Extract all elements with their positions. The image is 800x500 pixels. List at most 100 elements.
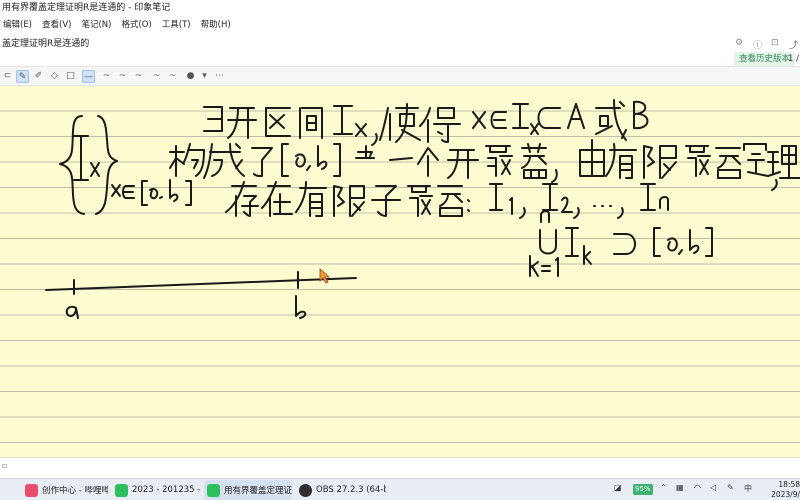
chevron-up-icon[interactable]: ⌃ bbox=[660, 483, 667, 492]
line-thin-icon[interactable]: — bbox=[82, 70, 95, 83]
glyph-comma5 bbox=[573, 207, 580, 219]
tray-app-icon[interactable]: ◪ bbox=[614, 483, 622, 492]
glyph-I-left bbox=[73, 135, 89, 181]
pen-tray-icon[interactable]: ✎ bbox=[727, 483, 734, 492]
menu-note[interactable]: 笔记(N) bbox=[78, 17, 118, 34]
glyph-comma1 bbox=[371, 133, 378, 146]
page-number: 1 / bbox=[788, 54, 799, 64]
glyph-shi bbox=[379, 103, 421, 143]
lasso-icon[interactable]: ⊂ bbox=[1, 70, 14, 83]
color-picker-icon[interactable]: ● bbox=[184, 70, 197, 83]
glyph-xian bbox=[643, 145, 677, 179]
taskbar: 创作中心 - 哔哩哔... 2023 - 201235 - ... 用有界覆盖定… bbox=[0, 478, 800, 500]
line-bold-icon[interactable]: ~ bbox=[150, 70, 163, 83]
glyph-gai2 bbox=[715, 147, 741, 179]
taskbar-item-label: OBS 27.2.3 (64-bi... bbox=[316, 485, 386, 495]
glyph-fu-line3 bbox=[407, 185, 433, 217]
glyph-qu bbox=[265, 107, 291, 137]
shape-icon[interactable]: □ bbox=[64, 70, 77, 83]
glyph-x-sub bbox=[90, 162, 100, 177]
taskbar-item-obs[interactable]: OBS 27.2.3 (64-bi... bbox=[296, 480, 386, 500]
menu-format[interactable]: 格式(O) bbox=[118, 17, 158, 34]
bilibili-icon bbox=[25, 483, 38, 497]
glyph-I2 bbox=[542, 183, 573, 213]
menu-help[interactable]: 帮助(H) bbox=[198, 17, 238, 34]
glyph-In bbox=[640, 183, 669, 211]
scroll-left-icon[interactable]: ▫ bbox=[2, 461, 7, 470]
glyph-bracket-ab bbox=[141, 179, 192, 206]
mouse-cursor-icon bbox=[319, 268, 331, 284]
line-medium-icon[interactable]: ~ bbox=[100, 70, 113, 83]
more-icon[interactable]: ⋯ bbox=[213, 70, 226, 83]
glyph-xian-line3 bbox=[333, 185, 365, 217]
network-icon[interactable]: ▦ bbox=[676, 483, 684, 492]
glyph-comma6 bbox=[617, 207, 624, 219]
system-clock[interactable]: 18:58 2023/9/ bbox=[760, 480, 800, 500]
ink-canvas[interactable] bbox=[0, 86, 800, 458]
glyph-gai-line3 bbox=[437, 185, 463, 217]
glyph-youu bbox=[605, 143, 637, 179]
pen-icon[interactable]: ✎ bbox=[16, 70, 29, 83]
volume-icon[interactable]: ◁ bbox=[710, 483, 716, 492]
history-button[interactable]: 查看历史版本 bbox=[734, 52, 796, 66]
taskbar-item-bilibili[interactable]: 创作中心 - 哔哩哔... bbox=[22, 480, 108, 500]
glyph-bracket-ab-line4 bbox=[653, 227, 713, 257]
glyph-huo bbox=[595, 99, 627, 141]
glyph-ding bbox=[743, 143, 769, 177]
glyph-zi bbox=[371, 185, 401, 217]
glyph-B bbox=[633, 100, 649, 130]
glyph-ge bbox=[417, 147, 439, 177]
taskbar-item-label: 用有界覆盖定理证... bbox=[224, 486, 292, 496]
evernote-icon bbox=[115, 483, 128, 497]
glyph-comma4 bbox=[519, 207, 526, 219]
glyph-de-line2 bbox=[355, 145, 375, 159]
taskbar-item-evernote-1[interactable]: 2023 - 201235 - ... bbox=[112, 480, 202, 500]
line-thick-icon[interactable]: ~ bbox=[132, 70, 145, 83]
glyph-cun bbox=[225, 181, 259, 217]
evernote-icon bbox=[207, 483, 220, 497]
glyph-jian bbox=[299, 107, 323, 139]
glyph-gou bbox=[169, 143, 205, 177]
reminder-icon[interactable]: ⚙ bbox=[735, 38, 743, 48]
taskbar-item-label: 2023 - 201235 - ... bbox=[132, 485, 202, 495]
glyph-supset bbox=[613, 233, 636, 255]
color-dropdown-icon[interactable]: ▾ bbox=[198, 70, 211, 83]
glyph-fu2 bbox=[685, 145, 711, 177]
battery-indicator[interactable]: 95% bbox=[633, 484, 653, 495]
glyph-fu bbox=[485, 145, 513, 177]
tag-icon[interactable]: ⊡ bbox=[771, 38, 779, 48]
label-b bbox=[295, 295, 307, 319]
share-icon[interactable]: ⤴ bbox=[789, 38, 798, 51]
glyph-kai bbox=[227, 107, 257, 139]
number-line bbox=[45, 277, 357, 291]
glyph-I1 bbox=[489, 183, 513, 215]
glyph-in-ab bbox=[122, 185, 135, 199]
label-a bbox=[65, 305, 79, 319]
glyph-in-line1 bbox=[490, 111, 507, 129]
highlighter-icon[interactable]: ✐ bbox=[32, 70, 45, 83]
glyph-x-sub-line1 bbox=[530, 123, 539, 135]
eraser-icon[interactable]: ◇ bbox=[48, 70, 61, 83]
glyph-yi bbox=[389, 157, 413, 161]
glyph-you bbox=[579, 139, 605, 177]
glyph-subset bbox=[537, 107, 561, 129]
glyph-zai bbox=[261, 181, 293, 217]
glyph-comma3 bbox=[771, 179, 778, 191]
menu-edit[interactable]: 编辑(E) bbox=[0, 17, 39, 34]
menu-tools[interactable]: 工具(T) bbox=[159, 17, 198, 34]
info-icon[interactable]: ⓘ bbox=[753, 38, 762, 51]
note-title[interactable]: 盖定理证明R是连通的 bbox=[0, 34, 800, 54]
obs-icon bbox=[299, 483, 312, 497]
glyph-k-eq-1 bbox=[529, 255, 559, 277]
menu-bar: 编辑(E) 查看(V) 笔记(N) 格式(O) 工具(T) 帮助(H) bbox=[0, 17, 800, 34]
line-wave-icon[interactable]: ~ bbox=[116, 70, 129, 83]
menu-view[interactable]: 查看(V) bbox=[39, 17, 78, 34]
line-heavy-icon[interactable]: ~ bbox=[166, 70, 179, 83]
wifi-icon[interactable]: ◠ bbox=[694, 483, 701, 492]
window-title: 用有界覆盖定理证明R是连通的 - 印象笔记 bbox=[0, 0, 800, 17]
taskbar-item-evernote-2[interactable]: 用有界覆盖定理证... bbox=[204, 480, 292, 500]
glyph-li bbox=[767, 145, 800, 179]
handwriting-layer bbox=[45, 99, 800, 319]
ime-icon[interactable]: 中 bbox=[744, 483, 752, 494]
glyph-I-line1 bbox=[333, 105, 353, 135]
